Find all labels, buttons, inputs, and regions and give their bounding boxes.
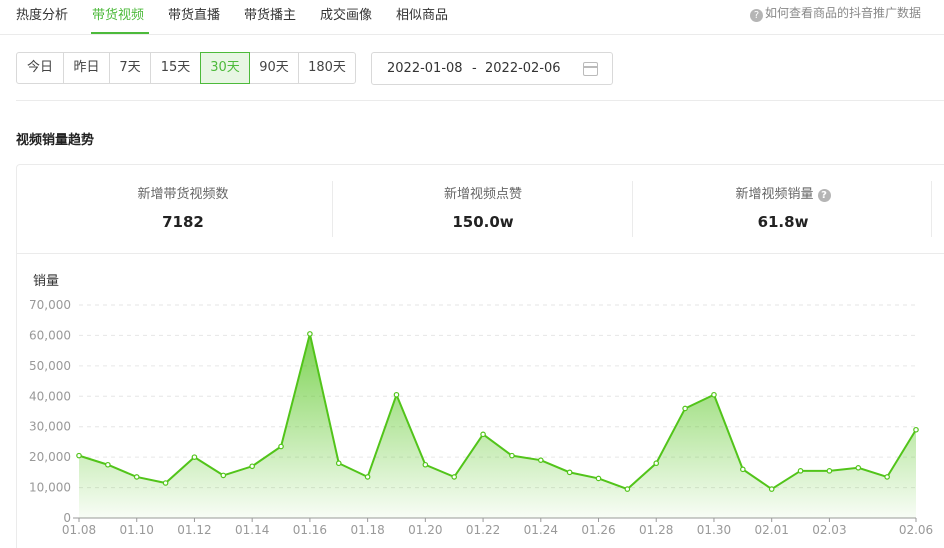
x-tick-label: 01.18 [350,523,384,537]
x-tick-label: 01.14 [235,523,269,537]
x-tick-label: 01.08 [62,523,96,537]
data-point [624,486,631,492]
data-point [220,472,227,479]
y-tick-label: 70,000 [29,298,71,312]
x-tick-label: 01.30 [697,523,731,537]
y-tick-label: 10,000 [29,481,71,495]
data-point [133,474,140,480]
data-point [307,331,313,337]
data-point [162,480,169,486]
x-tick-label: 01.16 [293,523,327,537]
data-point [855,464,862,471]
data-point [249,463,255,470]
data-point [826,468,833,474]
y-tick-label: 40,000 [29,389,71,403]
x-tick-label: 02.01 [755,523,789,537]
x-tick-label: 02.03 [812,523,846,537]
data-point [913,426,919,433]
x-tick-label: 01.20 [408,523,442,537]
data-point [76,452,82,459]
data-point [509,452,515,459]
data-point [335,460,342,467]
data-point [797,468,804,474]
data-point [682,405,688,412]
data-point [480,431,486,438]
y-tick-label: 50,000 [29,359,71,373]
data-point [711,391,717,398]
y-tick-label: 30,000 [29,420,71,434]
data-point [884,474,890,480]
data-point [422,461,429,468]
data-point [191,454,198,460]
data-point [566,469,573,476]
y-tick-label: 60,000 [29,328,71,342]
data-point [595,475,602,482]
x-tick-label: 01.28 [639,523,673,537]
data-point [537,457,544,463]
x-tick-label: 01.24 [524,523,558,537]
data-point [364,474,371,480]
sales-trend-chart: 010,00020,00030,00040,00050,00060,00070,… [29,298,933,537]
sales-area [79,333,916,518]
x-tick-label: 01.26 [581,523,615,537]
data-point [768,486,775,492]
data-point [393,391,400,398]
x-tick-label: 01.22 [466,523,500,537]
range-30d-button[interactable]: 30天 [200,52,250,84]
data-point [278,443,284,450]
data-point [105,461,111,468]
data-point [451,474,458,480]
x-tick-label: 01.12 [177,523,211,537]
data-point [653,460,660,467]
y-tick-label: 20,000 [29,450,71,464]
x-tick-label: 01.10 [120,523,154,537]
x-tick-label: 02.06 [899,523,933,537]
data-point [740,466,746,473]
